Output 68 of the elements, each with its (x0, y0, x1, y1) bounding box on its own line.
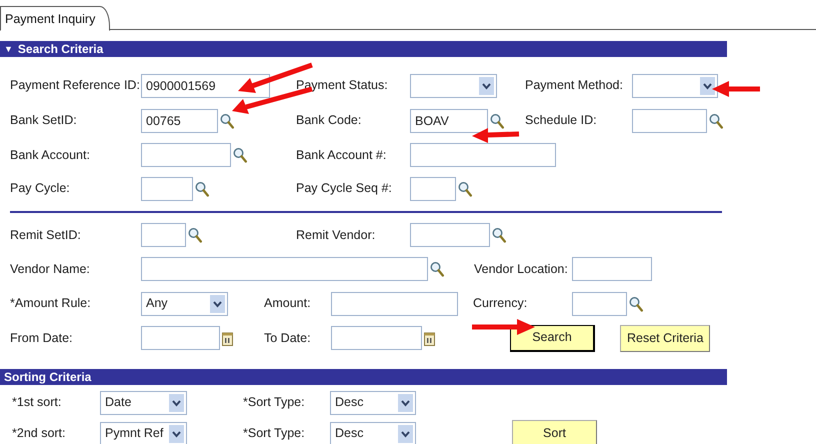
search-icon[interactable] (492, 227, 506, 243)
text-field[interactable] (141, 257, 428, 281)
text-field[interactable]: BOAV (410, 108, 488, 132)
text-field[interactable] (572, 292, 627, 316)
field-label: Currency: (473, 295, 528, 312)
field-label: To Date: (264, 330, 312, 347)
field-label: Bank Code: (296, 112, 362, 130)
field-label: Remit SetID: (10, 226, 82, 244)
section-header: Sorting Criteria (4, 369, 92, 385)
field-label: Payment Reference ID: (10, 77, 141, 94)
field-label: *1st sort: (12, 394, 62, 412)
dropdown-field[interactable]: Desc (330, 422, 416, 444)
text-field[interactable]: 0900001569 (141, 74, 270, 98)
text-field[interactable]: 00765 (141, 108, 218, 132)
collapse-toggle[interactable]: ▼ (4, 41, 13, 57)
field-label: *Amount Rule: (10, 295, 92, 312)
field-label: Bank SetID: (10, 112, 78, 130)
tab[interactable]: Payment Inquiry (0, 6, 110, 31)
field-label: *Sort Type: (243, 425, 306, 442)
annotation-arrow (712, 81, 760, 97)
reset-button[interactable]: Reset Criteria (620, 324, 710, 352)
field-label: *Sort Type: (243, 394, 306, 412)
field-label: From Date: (10, 330, 74, 347)
dropdown-field[interactable]: Any (141, 292, 228, 316)
field-label: Schedule ID: (525, 112, 598, 130)
text-field[interactable] (141, 143, 231, 167)
search-icon[interactable] (629, 296, 643, 312)
field-label: *2nd sort: (12, 425, 67, 442)
field-label: Pay Cycle: (10, 180, 71, 198)
text-field[interactable] (410, 223, 490, 247)
field-label: Payment Status: (296, 77, 389, 94)
field-label: Payment Method: (525, 77, 624, 94)
search-icon[interactable] (233, 147, 247, 163)
search-icon[interactable] (220, 112, 234, 128)
action-button[interactable]: Sort (512, 420, 597, 444)
calendar-icon[interactable] (424, 330, 435, 346)
text-field[interactable] (141, 223, 186, 247)
text-field[interactable] (572, 257, 652, 281)
search-icon[interactable] (195, 180, 209, 196)
field-label: Pay Cycle Seq #: (296, 180, 393, 198)
search-icon[interactable] (709, 112, 723, 128)
text-field[interactable] (141, 326, 220, 350)
field-label: Vendor Name: (10, 260, 91, 278)
field-label: Amount: (264, 295, 312, 312)
dropdown-field[interactable] (410, 74, 497, 98)
search-icon[interactable] (188, 227, 202, 243)
text-field[interactable] (410, 143, 556, 167)
dropdown-field[interactable]: Date (100, 390, 187, 414)
field-label: Bank Account #: (296, 146, 388, 164)
dropdown-field[interactable]: Pymnt Ref (100, 422, 187, 444)
calendar-icon[interactable] (222, 330, 233, 346)
field-label: Remit Vendor: (296, 226, 376, 244)
text-field[interactable] (141, 176, 193, 200)
dropdown-field[interactable] (632, 74, 718, 98)
text-field[interactable] (331, 326, 422, 350)
text-field[interactable] (331, 292, 458, 316)
section-header: Search Criteria (18, 41, 104, 57)
search-icon[interactable] (458, 180, 472, 196)
text-field[interactable] (410, 176, 456, 200)
search-icon[interactable] (490, 112, 504, 128)
action-button[interactable]: Search (510, 324, 595, 352)
text-field[interactable] (632, 108, 707, 132)
field-label: Bank Account: (10, 146, 91, 164)
field-label: Vendor Location: (474, 260, 569, 278)
search-icon[interactable] (430, 261, 444, 277)
annotation-arrow (472, 128, 520, 143)
annotation-arrow (472, 319, 535, 335)
dropdown-field[interactable]: Desc (330, 390, 416, 414)
